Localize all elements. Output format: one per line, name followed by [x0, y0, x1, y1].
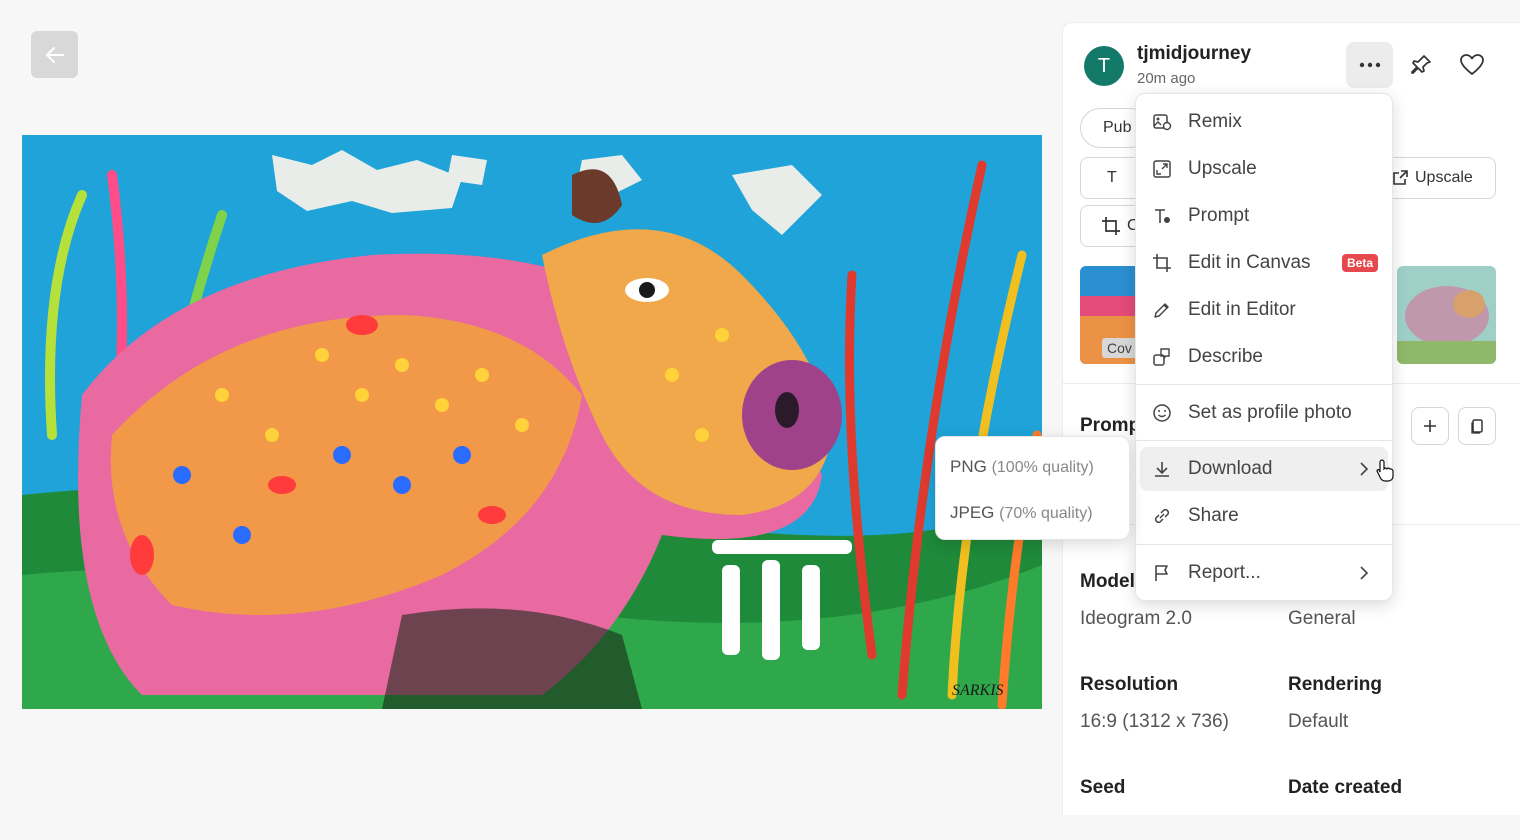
avatar-letter: T — [1097, 54, 1111, 77]
menu-divider — [1136, 440, 1392, 441]
visibility-chip-label: Pub — [1103, 119, 1132, 136]
upscale-icon — [1393, 170, 1408, 185]
pencil-icon — [1150, 298, 1174, 322]
menu-item-prompt[interactable]: Prompt — [1140, 194, 1388, 238]
thumbnail-label: Cov — [1102, 338, 1137, 358]
menu-item-edit-in-canvas[interactable]: Edit in Canvas Beta — [1140, 241, 1388, 285]
canvas-icon — [1150, 251, 1174, 275]
link-icon — [1150, 504, 1174, 528]
variation-thumbnail[interactable]: Cov — [1080, 266, 1140, 364]
menu-item-label: Download — [1188, 458, 1273, 479]
back-button[interactable] — [31, 31, 78, 78]
download-icon — [1150, 457, 1174, 481]
more-options-button[interactable] — [1346, 42, 1393, 88]
variation-thumbnail[interactable] — [1397, 266, 1496, 364]
add-prompt-button[interactable] — [1411, 407, 1449, 445]
artist-signature: SARKIS — [952, 682, 1004, 699]
ellipsis-icon — [1359, 62, 1380, 68]
chevron-right-icon — [1360, 462, 1369, 476]
prompt-icon: T — [1107, 169, 1117, 186]
jpeg-label: JPEG — [950, 503, 995, 522]
crop-icon — [1102, 217, 1120, 235]
arrow-left-icon — [45, 46, 64, 63]
like-button[interactable] — [1452, 45, 1492, 85]
menu-item-label: Edit in Editor — [1188, 299, 1296, 320]
pin-icon — [1411, 55, 1431, 74]
upscale-button-label: Upscale — [1415, 169, 1473, 186]
prompt-icon — [1150, 204, 1174, 228]
model-value: Ideogram 2.0 — [1080, 608, 1192, 629]
menu-divider — [1136, 544, 1392, 545]
resolution-value: 16:9 (1312 x 736) — [1080, 711, 1229, 732]
copy-icon — [1471, 419, 1483, 434]
hand-cursor-icon — [1376, 458, 1394, 487]
download-jpeg-option[interactable]: JPEG (70% quality) — [950, 503, 1093, 523]
pin-button[interactable] — [1401, 45, 1441, 85]
menu-item-label: Set as profile photo — [1188, 402, 1352, 423]
menu-item-label: Share — [1188, 505, 1239, 526]
menu-item-label: Report... — [1188, 562, 1261, 583]
menu-item-download[interactable]: Download — [1140, 447, 1388, 491]
upscale-icon — [1150, 157, 1174, 181]
menu-item-upscale[interactable]: Upscale — [1140, 147, 1388, 191]
resolution-label: Resolution — [1080, 674, 1179, 695]
flag-icon — [1150, 561, 1174, 585]
menu-item-label: Upscale — [1188, 158, 1257, 179]
smiley-icon — [1150, 401, 1174, 425]
menu-item-label: Describe — [1188, 346, 1263, 367]
menu-item-label: Edit in Canvas — [1188, 252, 1311, 273]
plus-icon — [1424, 420, 1436, 432]
menu-item-remix[interactable]: Remix — [1140, 100, 1388, 144]
seed-label: Seed — [1080, 777, 1126, 798]
chevron-right-icon — [1360, 566, 1369, 580]
download-png-option[interactable]: PNG (100% quality) — [950, 457, 1094, 477]
jpeg-quality: (70% quality) — [999, 505, 1093, 522]
rendering-label: Rendering — [1288, 674, 1382, 695]
post-time: 20m ago — [1137, 70, 1196, 87]
menu-item-edit-in-editor[interactable]: Edit in Editor — [1140, 288, 1388, 332]
remix-icon — [1150, 110, 1174, 134]
username[interactable]: tjmidjourney — [1137, 43, 1251, 65]
avatar[interactable]: T — [1084, 46, 1124, 86]
more-options-menu: Remix Upscale Prompt Edit in Canvas Beta… — [1135, 93, 1393, 601]
style-value: General — [1288, 608, 1356, 629]
menu-item-label: Prompt — [1188, 205, 1250, 226]
download-submenu: PNG (100% quality) JPEG (70% quality) — [935, 436, 1130, 540]
menu-divider — [1136, 384, 1392, 385]
upscale-button[interactable]: Upscale — [1380, 157, 1496, 199]
rendering-value: Default — [1288, 711, 1349, 732]
menu-item-report[interactable]: Report... — [1140, 551, 1388, 595]
menu-item-set-profile-photo[interactable]: Set as profile photo — [1140, 391, 1388, 435]
prompt-heading: Promp — [1080, 415, 1141, 436]
menu-item-share[interactable]: Share — [1140, 494, 1388, 538]
artwork-image: SARKIS — [22, 135, 1042, 709]
copy-prompt-button[interactable] — [1458, 407, 1496, 445]
heart-icon — [1460, 54, 1484, 75]
beta-badge: Beta — [1341, 254, 1378, 272]
png-label: PNG — [950, 457, 987, 476]
model-label: Model — [1080, 571, 1135, 592]
describe-icon — [1150, 345, 1174, 369]
menu-item-label: Remix — [1188, 111, 1242, 132]
menu-item-describe[interactable]: Describe — [1140, 335, 1388, 379]
date-created-label: Date created — [1288, 777, 1403, 798]
png-quality: (100% quality) — [991, 459, 1094, 476]
